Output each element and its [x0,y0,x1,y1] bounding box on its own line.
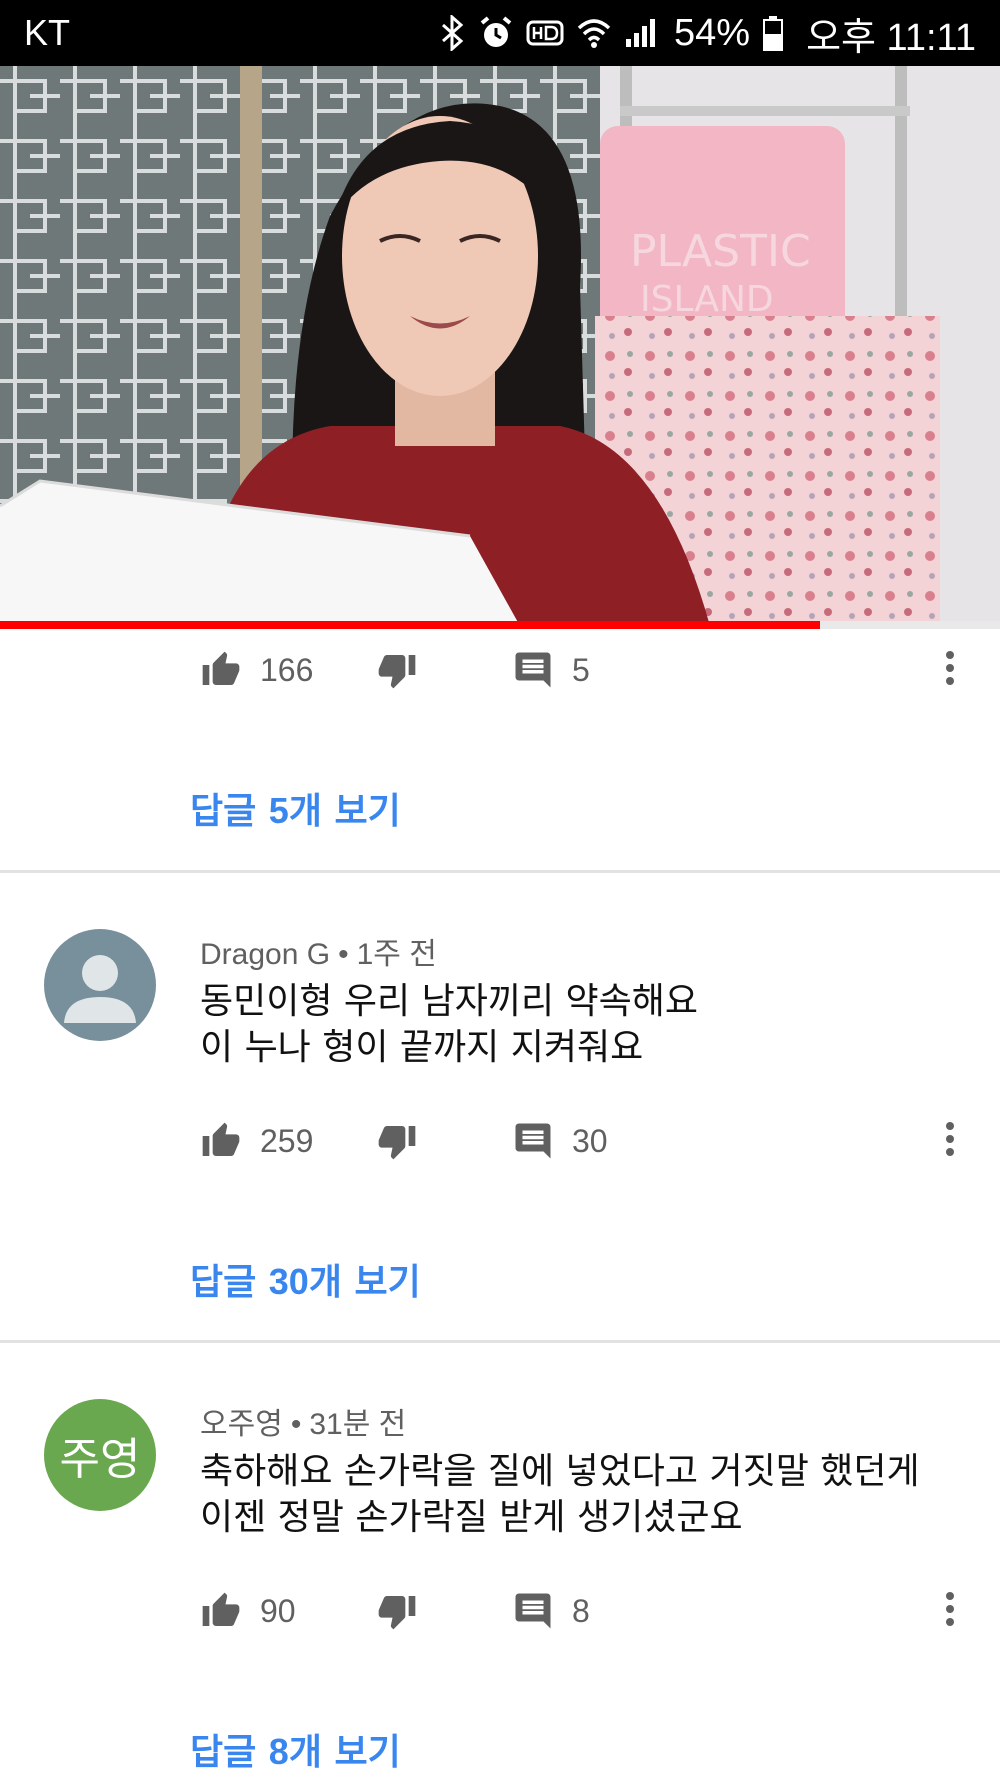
comment-icon [512,1590,554,1632]
more-vert-icon [945,1591,955,1631]
signal-icon [624,17,658,49]
thumbs-up-icon [200,650,242,690]
replies-prefix: 답글 [190,1262,269,1303]
comment-icon [512,1120,554,1162]
comment-icon [512,649,554,691]
video-progress-bar[interactable] [0,621,1000,629]
more-vert-icon [945,1121,955,1161]
replies-suffix: 개 보기 [288,791,401,832]
author-name[interactable]: Dragon G [200,938,330,971]
comment-time: 31분 전 [309,1408,407,1441]
bluetooth-icon [440,15,466,51]
replies-prefix: 답글 [190,791,269,832]
like-button[interactable]: 259 [200,1111,313,1171]
avatar-initials: 주영 [59,1435,141,1484]
comment-time: 1주 전 [356,938,437,971]
comment-line: 축하해요 손가락을 질에 넣었다고 거짓말 했던게 [200,1451,920,1492]
status-bar: KT 54% 오후 11:11 [0,0,1000,66]
wifi-icon [576,16,612,50]
meta-separator: • [338,938,349,971]
replies-count: 8 [268,1731,289,1772]
like-button[interactable]: 90 [200,1581,296,1641]
author-name[interactable]: 오주영 [200,1408,283,1441]
divider [0,1340,1000,1343]
default-avatar-icon [64,955,136,1023]
comment-text: 동민이형 우리 남자끼리 약속해요 이 누나 형이 끝까지 지켜줘요 [200,979,698,1071]
battery-percent: 54% [674,11,751,54]
comment-text: 축하해요 손가락을 질에 넣었다고 거짓말 했던게 이젠 정말 손가락질 받게 … [200,1449,920,1541]
thumbs-down-icon [376,1591,418,1631]
reply-count: 30 [572,1122,608,1159]
replies-count: 5 [268,790,289,831]
comment-actions: 90 8 [200,1581,970,1641]
meta-separator: • [290,1408,302,1441]
clock: 오후 11:11 [806,16,976,59]
avatar[interactable] [44,929,156,1041]
reply-button[interactable]: 8 [512,1581,590,1641]
view-replies-link[interactable]: 답글 5개 보기 [190,782,401,834]
svg-text:ISLAND: ISLAND [640,279,774,320]
reply-button[interactable]: 5 [512,640,590,700]
comment-line: 동민이형 우리 남자끼리 약속해요 [200,981,699,1022]
more-options-button[interactable] [930,1581,970,1641]
thumbs-down-icon [376,650,418,690]
alarm-icon [478,15,514,51]
avatar[interactable]: 주영 [44,1399,156,1511]
comment-actions: 259 30 [200,1111,970,1171]
replies-suffix: 개 보기 [308,1262,421,1303]
view-replies-link[interactable]: 답글 30개 보기 [190,1253,421,1305]
comment-meta: 오주영 • 31분 전 [200,1399,406,1443]
replies-suffix: 개 보기 [288,1732,401,1773]
comment-actions: 166 5 [200,640,970,700]
divider [0,870,1000,873]
replies-prefix: 답글 [190,1732,269,1773]
thumbs-up-icon [200,1591,242,1631]
hd-voice-icon [526,18,564,48]
svg-text:PLASTIC: PLASTIC [630,226,811,277]
comment-line: 이젠 정말 손가락질 받게 생기셨군요 [200,1497,743,1538]
comment-line: 이 누나 형이 끝까지 지켜줘요 [200,1027,644,1068]
reply-count: 5 [572,651,590,688]
video-frame: PLASTIC ISLAND [0,66,1000,626]
thumbs-up-icon [200,1121,242,1161]
reply-button[interactable]: 30 [512,1111,608,1171]
dislike-button[interactable] [376,1111,418,1171]
like-count: 90 [260,1592,296,1629]
replies-count: 30 [268,1261,309,1302]
view-replies-link[interactable]: 답글 8개 보기 [190,1723,401,1775]
like-count: 259 [260,1122,314,1159]
more-vert-icon [945,650,955,690]
more-options-button[interactable] [930,1111,970,1171]
carrier-label: KT [24,12,71,53]
video-progress-fill [0,621,820,629]
like-count: 166 [260,651,314,688]
like-button[interactable]: 166 [200,640,313,700]
dislike-button[interactable] [376,640,418,700]
thumbs-down-icon [376,1121,418,1161]
reply-count: 8 [572,1592,590,1629]
more-options-button[interactable] [930,640,970,700]
dislike-button[interactable] [376,1581,418,1641]
battery-icon [762,15,784,51]
status-icons: 54% 오후 11:11 [440,6,976,61]
comment-meta: Dragon G • 1주 전 [200,929,437,973]
video-player[interactable]: PLASTIC ISLAND [0,66,1000,626]
